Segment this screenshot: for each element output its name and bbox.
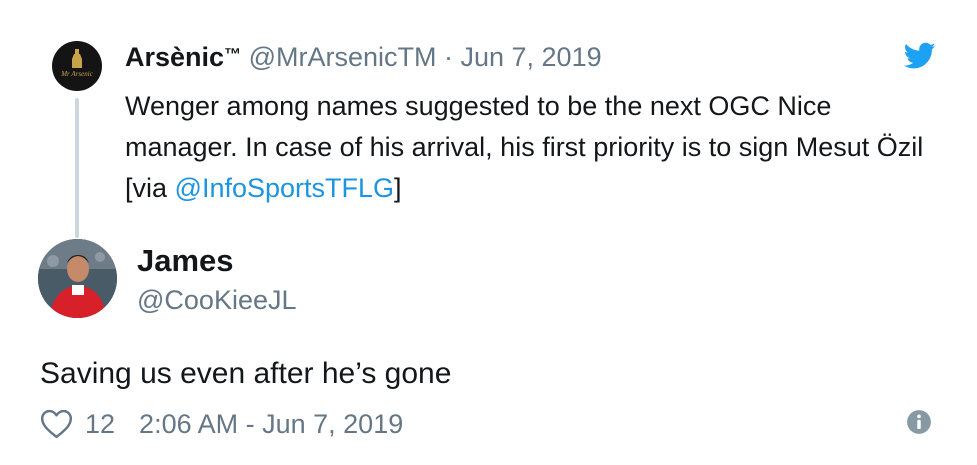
bottle-icon [72,49,82,68]
trademark-symbol: ™ [224,45,242,64]
parent-handle[interactable]: @MrArsenicTM [249,42,437,72]
parent-text-tail: ] [394,173,402,203]
reply-avatar[interactable] [38,239,117,318]
heart-icon[interactable] [40,409,73,439]
like-count: 12 [85,408,116,439]
thread-connector-line [75,98,79,238]
tweet-timestamp[interactable]: 2:06 AM - Jun 7, 2019 [139,409,403,440]
reply-tweet-text: Saving us even after he’s gone [40,357,452,390]
parent-avatar[interactable]: Mr Arsenic [52,41,102,91]
twitter-bird-icon[interactable] [904,42,936,70]
header-separator: · [436,42,461,72]
info-icon[interactable] [906,409,932,435]
tweet-footer: 12 2:06 AM - Jun 7, 2019 [40,404,403,444]
avatar-photo [38,239,117,318]
parent-date[interactable]: Jun 7, 2019 [460,42,601,72]
parent-author-name[interactable]: Arsènic [125,42,224,72]
avatar-logo-text: Mr Arsenic [61,70,93,78]
reply-handle[interactable]: @CooKieeJL [137,283,297,317]
reply-author-name[interactable]: James [137,243,234,279]
mention-link[interactable]: @InfoSportsTFLG [175,173,394,203]
parent-tweet-header: Arsènic™ @MrArsenicTM · Jun 7, 2019 [125,40,602,74]
parent-tweet-text: Wenger among names suggested to be the n… [125,86,945,209]
